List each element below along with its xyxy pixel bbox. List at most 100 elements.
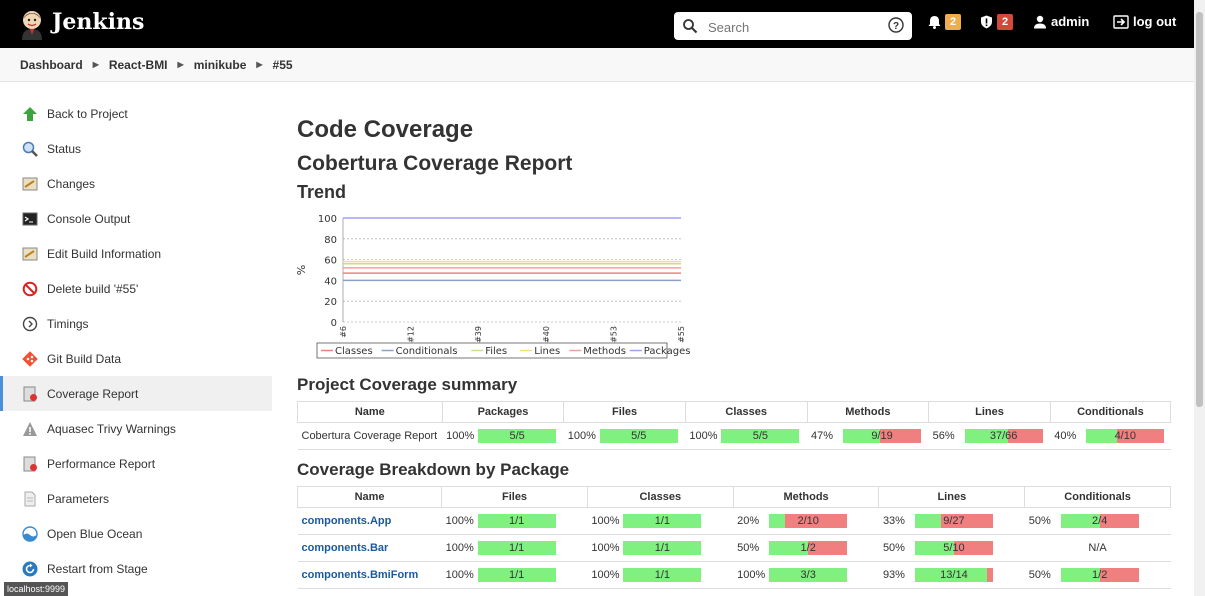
package-link[interactable]: components.App: [302, 515, 392, 527]
security-button[interactable]: 2: [980, 14, 1013, 30]
coverage-cell: 47% 9/19: [807, 422, 929, 450]
coverage-ratio: 9/27: [943, 515, 965, 527]
y-tick-label: 80: [324, 235, 337, 246]
notepad-icon: [22, 246, 38, 262]
user-menu[interactable]: admin: [1033, 14, 1089, 29]
column-header[interactable]: Methods: [732, 486, 880, 508]
sidebar-item-back-to-project[interactable]: Back to Project: [0, 96, 272, 131]
table-row: components.BmiForm 100% 1/1 100% 1/1 100% 3/3 9…: [297, 561, 1171, 589]
coverage-percent: 100%: [445, 542, 474, 554]
logout-icon: [1113, 14, 1129, 29]
package-link[interactable]: components.Bar: [302, 542, 389, 554]
coverage-ratio: 1/1: [508, 569, 525, 581]
column-header[interactable]: Conditionals: [1049, 401, 1172, 423]
y-tick-label: 100: [318, 214, 337, 225]
package-link[interactable]: components.BmiForm: [302, 569, 419, 581]
column-header[interactable]: Lines: [878, 486, 1026, 508]
column-header[interactable]: Classes: [684, 401, 808, 423]
column-header[interactable]: Packages: [441, 401, 565, 423]
sidebar-item-performance-report[interactable]: Performance Report: [0, 446, 272, 481]
coverage-value: 93% 13/14: [883, 568, 1021, 582]
coverage-percent: 40%: [1054, 430, 1077, 442]
sidebar-item-label: Delete build '#55': [47, 281, 139, 296]
coverage-bar: 2/10: [769, 514, 848, 528]
y-tick-label: 60: [324, 256, 337, 267]
coverage-ratio: 1/2: [1092, 569, 1108, 581]
sidebar-item-coverage-report[interactable]: Coverage Report: [0, 376, 272, 411]
coverage-value: 100% 5/5: [568, 429, 682, 443]
document-icon: [22, 491, 38, 507]
x-tick-label: #12: [407, 326, 416, 343]
up-arrow-icon: [22, 106, 38, 122]
sidebar-item-open-blue-ocean[interactable]: Open Blue Ocean: [0, 516, 272, 551]
coverage-bar: 5/5: [478, 429, 557, 443]
coverage-cell: 33% 9/27: [878, 507, 1025, 535]
coverage-ratio: 37/66: [989, 430, 1018, 442]
sidebar-item-restart-from-stage[interactable]: Restart from Stage: [0, 551, 272, 586]
logout-label: log out: [1133, 14, 1177, 29]
sidebar-item-delete-build[interactable]: Delete build '#55': [0, 271, 272, 306]
breadcrumb-item-job[interactable]: minikube: [194, 58, 247, 72]
page-scrollbar[interactable]: [1194, 0, 1205, 596]
sidebar-item-console-output[interactable]: Console Output: [0, 201, 272, 236]
sidebar-item-aquasec-trivy-warnings[interactable]: Aquasec Trivy Warnings: [0, 411, 272, 446]
sidebar-item-timings[interactable]: Timings: [0, 306, 272, 341]
chevron-right-icon[interactable]: ▶: [93, 60, 99, 69]
scrollbar-thumb[interactable]: [1196, 12, 1203, 407]
sidebar-item-status[interactable]: Status: [0, 131, 272, 166]
legend-label-conditionals: Conditionals: [396, 346, 458, 357]
sidebar-item-changes[interactable]: Changes: [0, 166, 272, 201]
help-icon[interactable]: ?: [888, 17, 904, 33]
column-header[interactable]: Conditionals: [1024, 486, 1171, 508]
report-icon: [22, 386, 38, 402]
breadcrumb-item-build[interactable]: #55: [273, 58, 293, 72]
breakdown-heading: Coverage Breakdown by Package: [297, 460, 570, 479]
column-header[interactable]: Methods: [806, 401, 930, 423]
coverage-value: 50% 1/2: [737, 541, 875, 555]
trend-heading: Trend: [297, 182, 347, 202]
search-input[interactable]: [706, 16, 880, 38]
chevron-right-icon[interactable]: ▶: [178, 60, 184, 69]
column-header[interactable]: Classes: [586, 486, 734, 508]
coverage-bar: 9/19: [843, 429, 922, 443]
legend-label-methods: Methods: [583, 346, 626, 357]
y-tick-label: 40: [324, 276, 337, 287]
sidebar-item-parameters[interactable]: Parameters: [0, 481, 272, 516]
column-header[interactable]: Files: [563, 401, 686, 423]
trend-chart[interactable]: 0 20 40 60 80 100% #6 #12 #39 #40 #53 #55 Classes Con…: [297, 206, 697, 366]
coverage-percent: 100%: [591, 542, 620, 554]
terminal-icon: [22, 211, 38, 227]
column-header[interactable]: Files: [441, 486, 588, 508]
sidebar-item-label: Back to Project: [47, 106, 128, 121]
blue-ocean-icon: [22, 525, 38, 542]
coverage-ratio: 2/10: [797, 515, 819, 527]
coverage-percent: 100%: [737, 569, 766, 581]
column-header[interactable]: Lines: [928, 401, 1051, 423]
coverage-percent: 100%: [446, 430, 475, 442]
coverage-value: 100% 5/5: [446, 429, 560, 443]
column-header[interactable]: Name: [297, 401, 443, 423]
restart-icon: [22, 561, 38, 577]
brand-name[interactable]: Jenkins: [52, 9, 144, 35]
coverage-bar: 3/3: [769, 568, 848, 582]
summary-table: Name Packages Files Classes Methods Lines Cond…: [297, 401, 1172, 450]
search-box[interactable]: ?: [674, 12, 912, 40]
breadcrumb-item-project[interactable]: React-BMI: [109, 58, 168, 72]
coverage-bar: 13/14: [914, 568, 993, 582]
coverage-bar: 5/5: [599, 429, 678, 443]
chevron-right-icon[interactable]: ▶: [256, 60, 262, 69]
column-header[interactable]: Name: [296, 486, 443, 508]
coverage-cell: 100% 5/5: [563, 422, 686, 450]
breadcrumb-item-dashboard[interactable]: Dashboard: [20, 58, 83, 72]
not-applicable: N/A: [1088, 542, 1107, 554]
sidebar-item-edit-build-information[interactable]: Edit Build Information: [0, 236, 272, 271]
sidebar-item-label: Restart from Stage: [47, 561, 148, 576]
jenkins-logo-icon[interactable]: [16, 8, 48, 40]
logout-button[interactable]: log out: [1113, 14, 1176, 29]
sidebar-item-label: Changes: [47, 176, 96, 191]
sidebar-item-git-build-data[interactable]: Git Build Data: [0, 341, 272, 376]
legend-label-lines: Lines: [534, 346, 560, 357]
notifications-button[interactable]: 2: [928, 14, 961, 30]
x-tick-label: #40: [542, 326, 551, 343]
coverage-bar: 9/27: [914, 514, 993, 528]
